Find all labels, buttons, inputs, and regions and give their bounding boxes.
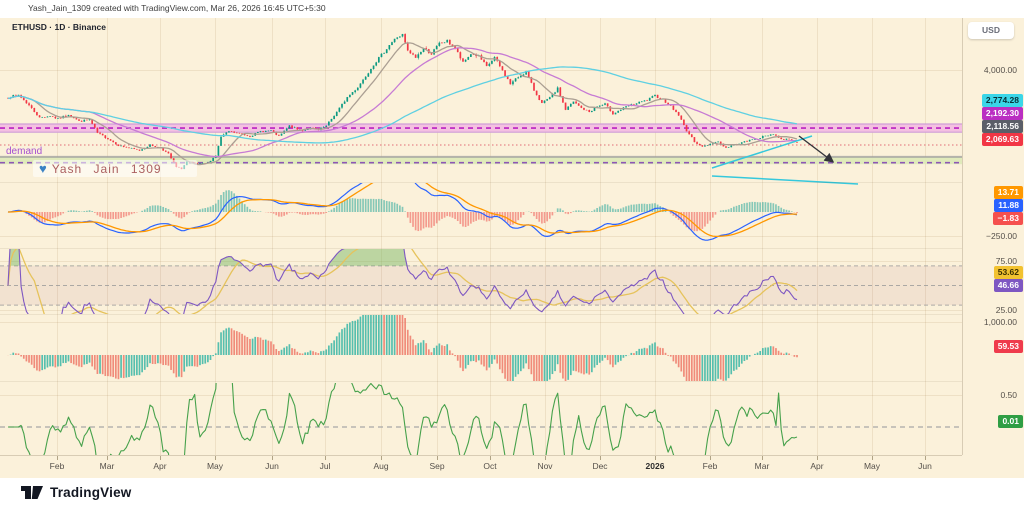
time-label: Jun [265, 461, 279, 471]
macd-signal-value-badge: 13.71 [994, 186, 1023, 199]
time-tick [817, 456, 818, 460]
time-label: Jun [918, 461, 932, 471]
time-axis[interactable]: Feb Mar Apr May Jun Jul Aug Sep Oct Nov Dec 2026 Feb… [0, 455, 962, 479]
alert-line-price-badge: 2,069.63 [982, 133, 1023, 146]
candlesticks [7, 33, 798, 169]
export-titlebar: Yash_Jain_1309 created with TradingView.… [0, 0, 1024, 18]
time-label: Feb [50, 461, 65, 471]
price-and-indicator-canvas[interactable] [0, 18, 962, 455]
watermark: ♥ Yash Jain 1309 [33, 160, 197, 177]
watermark-text: Yash Jain 1309 [52, 162, 162, 176]
export-title-text: Yash_Jain_1309 created with TradingView.… [28, 3, 326, 13]
time-tick [107, 456, 108, 460]
time-label: Oct [483, 461, 496, 471]
time-label: Apr [810, 461, 823, 471]
rsi-ma-value-badge: 53.62 [994, 266, 1023, 279]
time-tick [272, 456, 273, 460]
macd-line-value-badge: 11.88 [994, 199, 1023, 212]
time-label: Mar [755, 461, 770, 471]
time-label: May [864, 461, 880, 471]
footer: TradingView [0, 478, 1024, 509]
time-tick [710, 456, 711, 460]
time-tick [872, 456, 873, 460]
time-tick [490, 456, 491, 460]
time-tick [437, 456, 438, 460]
time-label: Apr [153, 461, 166, 471]
time-tick [57, 456, 58, 460]
time-tick [655, 456, 656, 460]
momentum-value-badge: 59.53 [994, 340, 1023, 353]
symbol-label: ETHUSD · 1D · Binance [12, 22, 106, 32]
ma-fast-price-badge: 2,118.56 [982, 120, 1023, 133]
time-tick [545, 456, 546, 460]
tradingview-logo-icon [20, 482, 44, 502]
rsi-value-badge: 46.66 [994, 279, 1023, 292]
time-tick [925, 456, 926, 460]
ma-mid-price-badge: 2,192.30 [982, 107, 1023, 120]
time-label: Mar [100, 461, 115, 471]
heart-icon: ♥ [39, 161, 47, 176]
time-label: 2026 [646, 461, 665, 471]
price-axis[interactable]: 4,000.00−250.0075.0025.001,000.000.502,7… [962, 18, 1024, 455]
ma-slow-price-badge: 2,774.28 [982, 94, 1023, 107]
axis-label: 4,000.00 [984, 64, 1017, 77]
time-label: May [207, 461, 223, 471]
time-label: Feb [703, 461, 718, 471]
time-label: Sep [429, 461, 444, 471]
time-tick [600, 456, 601, 460]
time-label: Aug [373, 461, 388, 471]
time-tick [325, 456, 326, 460]
macd-hist-value-badge: −1.83 [993, 212, 1023, 225]
tradingview-brand-text: TradingView [50, 485, 131, 500]
time-tick [381, 456, 382, 460]
time-tick [215, 456, 216, 460]
time-label: Dec [592, 461, 607, 471]
roc-value-badge: 0.01 [998, 415, 1023, 428]
time-tick [160, 456, 161, 460]
axis-label: 0.50 [1000, 389, 1017, 402]
axis-label: 1,000.00 [984, 316, 1017, 329]
time-label: Nov [537, 461, 552, 471]
axis-label: −250.00 [986, 230, 1017, 243]
tradingview-logo[interactable]: TradingView [20, 482, 131, 502]
macd-histogram [7, 190, 798, 231]
time-tick [762, 456, 763, 460]
demand-zone-label: demand [6, 146, 42, 157]
chart-area[interactable]: ETHUSD · 1D · Binance USD demand ♥ Yash … [0, 18, 1024, 478]
time-label: Jul [320, 461, 331, 471]
